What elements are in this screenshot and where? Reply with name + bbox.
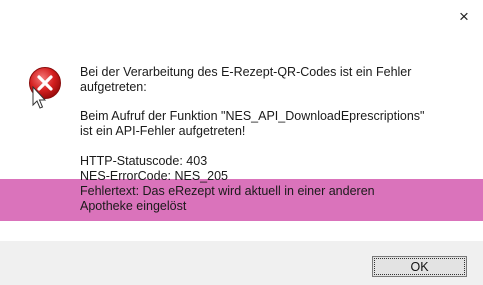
message-line: Bei der Verarbeitung des E-Rezept-QR-Cod…: [80, 65, 412, 79]
error-text-line: Fehlertext: Das eRezept wird aktuell in …: [80, 184, 375, 198]
message-block-api: Beim Aufruf der Funktion "NES_API_Downlo…: [80, 109, 424, 139]
error-code-line: NES-ErrorCode: NES_205: [80, 169, 228, 183]
error-dialog: × Bei der Verarbeitung des E-Rezept-QR-C…: [0, 0, 483, 285]
message-block-intro: Bei der Verarbeitung des E-Rezept-QR-Cod…: [80, 65, 411, 95]
message-line: ist ein API-Fehler aufgetreten!: [80, 124, 246, 138]
ok-button[interactable]: OK: [372, 256, 467, 277]
status-code-line: HTTP-Statuscode: 403: [80, 154, 208, 168]
message-line: aufgetreten:: [80, 80, 147, 94]
message-line: Beim Aufruf der Funktion "NES_API_Downlo…: [80, 109, 425, 123]
close-button[interactable]: ×: [451, 6, 477, 28]
focus-rectangle: [374, 258, 465, 275]
message-block-details: HTTP-Statuscode: 403 NES-ErrorCode: NES_…: [80, 154, 375, 214]
error-text-line: Apotheke eingelöst: [80, 199, 187, 213]
mouse-cursor-icon: [32, 86, 47, 109]
